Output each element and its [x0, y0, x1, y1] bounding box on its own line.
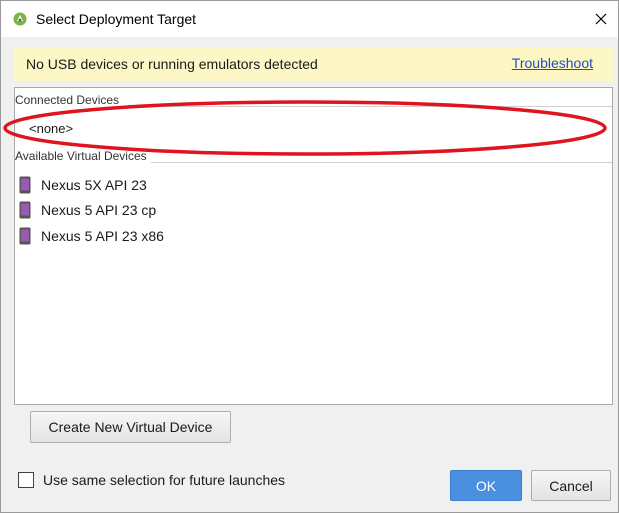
phone-icon [19, 201, 31, 219]
dialog-title: Select Deployment Target [36, 11, 197, 27]
no-devices-notice: No USB devices or running emulators dete… [14, 47, 613, 81]
device-row-nexus-5-api-23-cp[interactable]: Nexus 5 API 23 cp [19, 198, 609, 222]
title-bar: Select Deployment Target [1, 1, 618, 37]
phone-icon [19, 227, 31, 245]
device-name: Nexus 5 API 23 cp [41, 202, 157, 218]
device-name: Nexus 5 API 23 x86 [41, 228, 164, 244]
connected-devices-title: Connected Devices [15, 93, 124, 107]
android-studio-icon [13, 12, 27, 26]
available-devices-header: Available Virtual Devices [15, 149, 612, 167]
device-row-nexus-5-api-23-x86[interactable]: Nexus 5 API 23 x86 [19, 224, 609, 248]
create-virtual-device-button[interactable]: Create New Virtual Device [30, 411, 231, 443]
device-name: Nexus 5X API 23 [41, 177, 147, 193]
close-icon [595, 13, 607, 25]
available-devices-title: Available Virtual Devices [15, 149, 151, 163]
ok-button[interactable]: OK [450, 470, 522, 501]
device-list[interactable]: Connected Devices <none> Available Virtu… [14, 87, 613, 405]
phone-icon [19, 176, 31, 194]
connected-devices-header: Connected Devices [15, 93, 612, 111]
troubleshoot-link[interactable]: Troubleshoot [512, 55, 593, 71]
same-selection-checkbox[interactable] [18, 472, 34, 488]
no-connected-devices-label: <none> [29, 121, 74, 136]
notice-message: No USB devices or running emulators dete… [26, 56, 318, 72]
close-button[interactable] [589, 7, 613, 31]
device-row-nexus-5x-api-23[interactable]: Nexus 5X API 23 [19, 173, 609, 197]
cancel-button[interactable]: Cancel [531, 470, 611, 501]
same-selection-option[interactable]: Use same selection for future launches [18, 472, 285, 488]
same-selection-label: Use same selection for future launches [43, 472, 286, 488]
deployment-target-dialog: Select Deployment Target No USB devices … [0, 0, 619, 513]
